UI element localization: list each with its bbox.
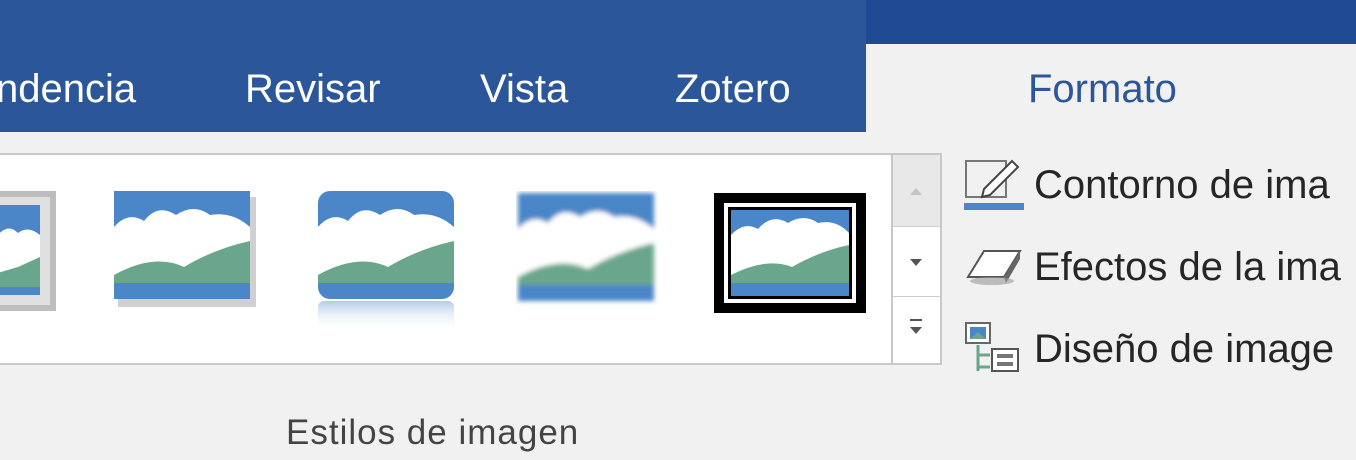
gallery-more-button[interactable] bbox=[893, 297, 940, 365]
tab-vista[interactable]: Vista bbox=[480, 60, 568, 118]
picture-border-icon bbox=[962, 155, 1026, 215]
picture-style-1[interactable] bbox=[0, 191, 60, 320]
picture-effects-button[interactable]: Efectos de la ima bbox=[962, 237, 1356, 297]
tab-zotero[interactable]: Zotero bbox=[675, 60, 791, 118]
gallery-scroll-down-button[interactable] bbox=[893, 227, 940, 297]
group-label-estilos-de-imagen: Estilos de imagen bbox=[286, 413, 580, 452]
picture-layout-label: Diseño de image bbox=[1034, 327, 1335, 371]
tab-formato-label: Formato bbox=[1028, 67, 1177, 111]
gallery-scroll-up-button[interactable] bbox=[893, 155, 940, 227]
picture-border-button[interactable]: Contorno de ima bbox=[962, 155, 1356, 215]
tab-formato[interactable]: Formato bbox=[866, 44, 1356, 132]
tab-tendencia[interactable]: ndencia bbox=[0, 60, 136, 118]
tab-revisar[interactable]: Revisar bbox=[245, 60, 381, 118]
picture-style-4[interactable] bbox=[516, 191, 658, 314]
picture-style-5-selected[interactable] bbox=[714, 193, 866, 318]
picture-border-label: Contorno de ima bbox=[1034, 163, 1330, 207]
picture-layout-button[interactable]: Diseño de image bbox=[962, 319, 1356, 379]
picture-effects-label: Efectos de la ima bbox=[1034, 245, 1341, 289]
picture-style-3[interactable] bbox=[318, 191, 456, 336]
ribbon-tab-strip: ndencia Revisar Vista Zotero bbox=[0, 0, 866, 132]
picture-styles-gallery bbox=[0, 153, 893, 365]
picture-layout-icon bbox=[962, 319, 1026, 379]
picture-style-2[interactable] bbox=[114, 191, 256, 314]
gallery-scroll bbox=[893, 153, 942, 365]
picture-effects-icon bbox=[962, 237, 1026, 297]
